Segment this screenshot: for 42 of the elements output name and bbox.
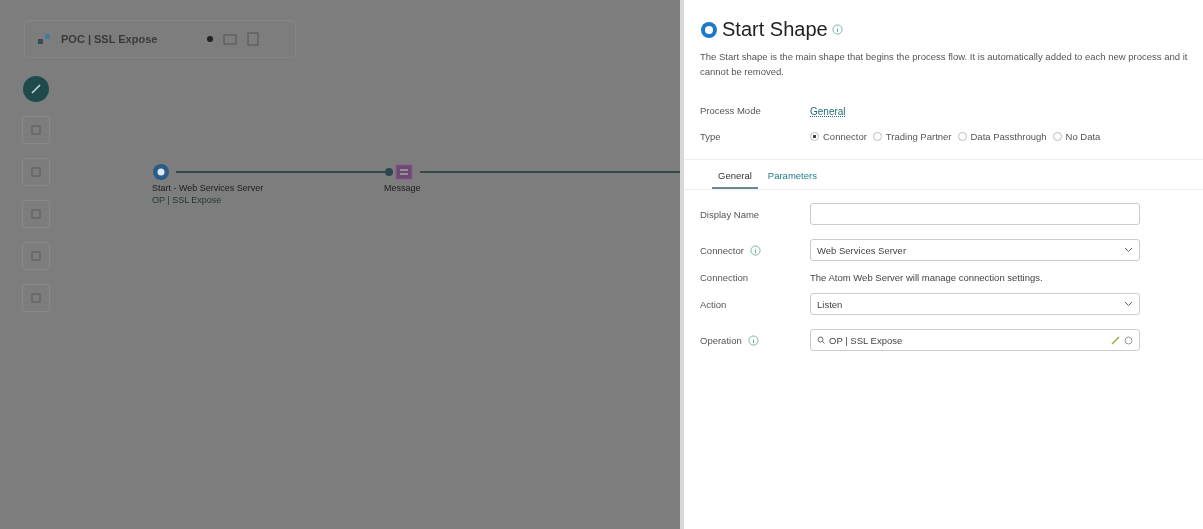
document-icon[interactable] xyxy=(247,32,260,46)
type-radio[interactable]: Connector xyxy=(810,130,867,142)
panel-tab[interactable]: General xyxy=(712,168,758,189)
field-label: Process Mode xyxy=(700,104,762,116)
start-node-icon[interactable] xyxy=(152,163,170,181)
process-icon[interactable] xyxy=(23,76,49,102)
process-icon xyxy=(37,33,51,45)
field-label: Type xyxy=(700,130,722,142)
lookup-field[interactable]: OP | SSL Expose xyxy=(810,329,1140,351)
dropdown-field[interactable]: Listen xyxy=(810,293,1140,315)
node-label: Start - Web Services Server xyxy=(152,183,264,193)
node-sublabel: OP | SSL Expose xyxy=(152,195,223,205)
info-icon[interactable] xyxy=(747,334,759,346)
text-input[interactable] xyxy=(810,203,1140,225)
caret-icon xyxy=(1124,301,1133,307)
tool-icon[interactable] xyxy=(22,284,50,312)
caret-icon xyxy=(1124,247,1133,253)
status-dot-icon xyxy=(207,36,214,42)
connection-note: The Atom Web Server will manage connection settings. xyxy=(810,271,1044,283)
tool-icon[interactable] xyxy=(22,158,50,186)
field-label: Action xyxy=(700,298,727,310)
type-radio[interactable]: Trading Partner xyxy=(872,130,952,142)
panel-title: Start Shape xyxy=(722,18,828,41)
tool-icon[interactable] xyxy=(22,200,50,228)
info-icon[interactable] xyxy=(831,24,843,35)
search-icon xyxy=(817,336,825,344)
process-mode-link[interactable]: General xyxy=(810,106,846,117)
panel-tab[interactable]: Parameters xyxy=(761,168,823,189)
type-radio[interactable]: No Data xyxy=(1052,130,1101,142)
start-shape-icon xyxy=(700,20,718,39)
node-label: Message xyxy=(384,183,421,193)
field-label: Operation xyxy=(700,334,742,346)
tool-icon[interactable] xyxy=(22,116,50,144)
tool-icon[interactable] xyxy=(22,242,50,270)
field-label: Connection xyxy=(700,271,749,283)
field-label: Connector xyxy=(700,244,744,256)
field-label: Display Name xyxy=(700,208,760,220)
panel-description: The Start shape is the main shape that begins the process flow. It is automatically added to each new process and it cannot be removed. xyxy=(700,50,1189,79)
type-radio[interactable]: Data Passthrough xyxy=(957,130,1047,142)
dropdown-field[interactable]: Web Services Server xyxy=(810,239,1140,261)
info-icon[interactable] xyxy=(749,244,761,256)
process-title: POC | SSL Expose xyxy=(61,33,158,45)
